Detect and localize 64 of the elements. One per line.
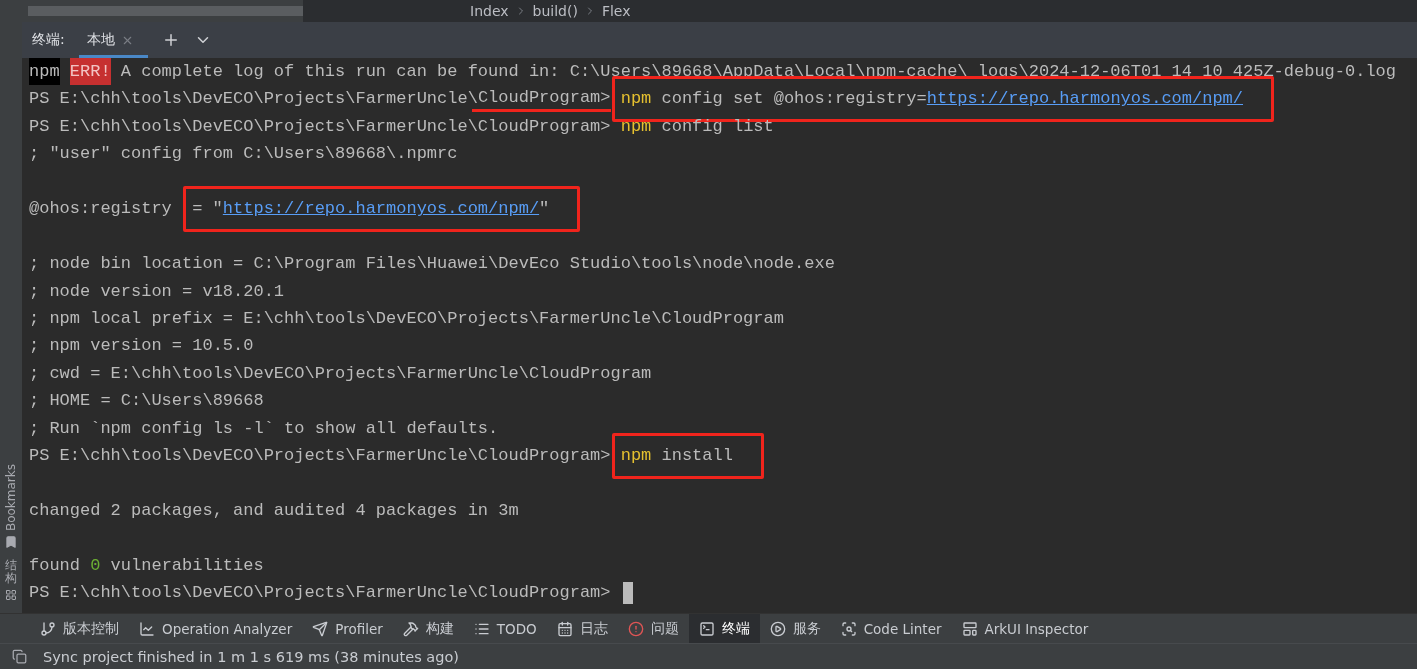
terminal-text: ; node bin location = C:\Program Files\Huawei\DevEco Studio\tools\node\node.exe [29, 253, 835, 276]
terminal-text: PS E:\chh\tools\DevECO\Projects\FarmerUncle\CloudProgram> [29, 115, 612, 138]
tool-window-tab[interactable]: 服务 [759, 614, 831, 643]
tool-window-tab[interactable]: 日志 [546, 614, 618, 643]
terminal-text: config list [660, 115, 774, 138]
hammer-icon [402, 620, 419, 637]
paper-plane-icon [312, 620, 329, 637]
terminal-text: config set @ohos:registry= [660, 89, 927, 109]
terminal-text: " [539, 199, 550, 219]
branch-icon [40, 620, 56, 637]
terminal-text: changed 2 packages, and audited 4 packages in 3m [29, 500, 519, 522]
status-message: Sync project finished in 1 m 1 s 619 ms (38 minutes ago) [43, 648, 459, 665]
terminal-text: install [660, 446, 733, 466]
link[interactable]: https://repo.harmonyos.com/npm/ [926, 89, 1243, 109]
terminal-text: vulnerabilities [109, 554, 264, 577]
bookmark-icon [4, 534, 18, 549]
terminal-text: PS E:\chh\tools\DevECO\Projects\FarmerUncle\CloudProgram> [29, 445, 611, 468]
terminal-text: ; node version = v18.20.1 [29, 280, 285, 303]
tool-window-tab[interactable]: 问题 [617, 614, 689, 643]
terminal-text: = " [192, 199, 223, 219]
scan-search-icon [840, 620, 857, 637]
line-chart-icon [139, 620, 155, 637]
tool-window-tab[interactable]: Operation Analyzer [129, 614, 303, 643]
log-badge: npm [29, 58, 60, 86]
scrollbar[interactable] [28, 6, 303, 16]
link[interactable]: https://repo.harmonyos.com/npm/ [222, 199, 540, 219]
log-badge: ERR! [69, 58, 111, 86]
calendar-icon [556, 620, 573, 637]
terminal-icon [698, 620, 715, 637]
tool-window-tab[interactable]: TODO [463, 614, 547, 643]
side-tab[interactable]: 结构 [5, 558, 17, 585]
tool-window-tab[interactable]: 终端 [688, 614, 760, 643]
terminal-text: ; npm version = 10.5.0 [29, 335, 254, 358]
terminal-text: PS E:\chh\tools\DevECO\Projects\FarmerUncle\CloudProgram> [29, 582, 612, 605]
panel-icon[interactable] [12, 649, 27, 664]
text-cursor [622, 582, 633, 605]
tool-window-tab[interactable]: ArkUI Inspector [951, 614, 1099, 643]
side-tab[interactable]: Bookmarks [4, 463, 18, 531]
terminal-text: 0 [90, 554, 101, 577]
tool-window-tab[interactable]: Code Linter [830, 614, 952, 643]
tool-window-tab[interactable]: 构建 [392, 614, 464, 643]
tool-window-tab[interactable]: 版本控制 [30, 614, 129, 643]
breadcrumb-item[interactable]: Index [470, 3, 509, 19]
tool-window-tab[interactable]: Profiler [302, 614, 393, 643]
layout-icon [961, 620, 978, 637]
terminal-text: ; Run `npm config ls -l` to show all defaults. [29, 417, 499, 440]
terminal-text: npm [620, 115, 652, 138]
terminal-text: ; npm local prefix = E:\chh\tools\DevECO\Projects\FarmerUncle\CloudProgram [29, 307, 784, 330]
play-icon [769, 620, 786, 637]
terminal-text: PS E:\chh\tools\DevECO\Projects\FarmerUncle\ [29, 88, 478, 111]
terminal-text: ; HOME = C:\Users\89668 [29, 390, 264, 413]
terminal-text: @ohos:registry [29, 198, 173, 221]
terminal-text: ; "user" config from C:\Users\89668\.npmrc [29, 143, 458, 166]
panel-title: 终端: [32, 31, 65, 49]
terminal-text: npm [620, 446, 652, 466]
terminal-text: found [29, 554, 81, 577]
breadcrumb-item[interactable]: build() [532, 3, 578, 19]
terminal-text: ; cwd = E:\chh\tools\DevECO\Projects\FarmerUncle\CloudProgram [29, 362, 652, 385]
breadcrumb-item[interactable]: Flex [601, 3, 631, 19]
structure-icon [5, 589, 17, 601]
terminal-text: npm [620, 89, 652, 109]
alert-icon [627, 620, 644, 637]
terminal-text: A complete log of this run can be found in: C:\Users\89668\AppData\Local\npm-cache\ logs\2024-12-06T01 14 10 425Z-debug-0.log [119, 61, 1397, 83]
terminal-text: CloudProgram> [477, 87, 611, 107]
